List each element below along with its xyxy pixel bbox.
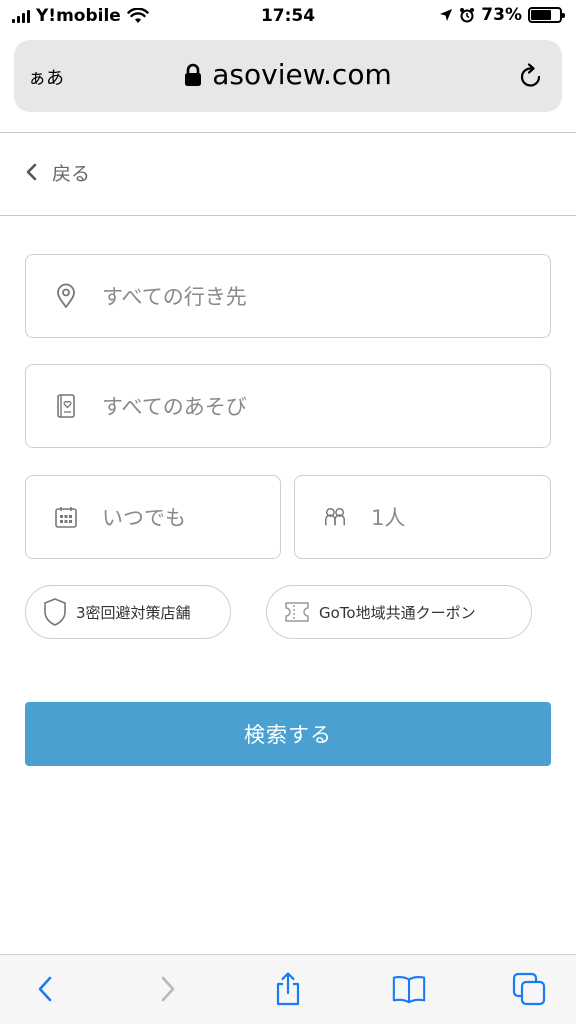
battery-percent: 73%: [481, 5, 522, 25]
destination-field[interactable]: すべての行き先: [25, 254, 551, 338]
destination-placeholder: すべての行き先: [102, 285, 247, 309]
reload-icon[interactable]: [518, 62, 544, 90]
battery-icon: [528, 7, 565, 23]
divider: [0, 132, 576, 133]
divider: [0, 215, 576, 216]
activity-placeholder: すべてのあそび: [102, 395, 247, 419]
bookmarks-icon[interactable]: [391, 971, 427, 1007]
people-value: 1人: [371, 506, 406, 530]
people-field[interactable]: 1人: [294, 475, 551, 559]
shield-icon: [44, 598, 66, 626]
forward-icon[interactable]: [150, 971, 186, 1007]
goto-coupon-filter-chip[interactable]: GoTo地域共通クーポン: [266, 585, 532, 639]
tabs-icon[interactable]: [511, 971, 547, 1007]
search-button[interactable]: 検索する: [25, 702, 551, 766]
back-icon[interactable]: [27, 971, 63, 1007]
date-placeholder: いつでも: [102, 506, 186, 530]
alarm-icon: [460, 8, 475, 23]
goto-coupon-label: GoTo地域共通クーポン: [319, 603, 476, 622]
location-pin-icon: [54, 283, 78, 308]
location-arrow-icon: [440, 9, 453, 21]
covid-safe-filter-chip[interactable]: 3密回避対策店舗: [25, 585, 231, 639]
chevron-left-icon: [26, 163, 37, 181]
share-icon[interactable]: [270, 971, 306, 1007]
covid-safe-label: 3密回避対策店舗: [76, 603, 191, 622]
book-heart-icon: [54, 394, 78, 418]
back-label: 戻る: [52, 162, 91, 185]
browser-toolbar: [0, 954, 576, 1024]
url-text[interactable]: asoview.com: [212, 58, 391, 91]
lock-icon: [185, 63, 202, 86]
ticket-icon: [285, 602, 309, 622]
back-link[interactable]: 戻る: [24, 150, 90, 194]
status-bar: Y!mobile 17:54 73%: [0, 0, 576, 34]
activity-field[interactable]: すべてのあそび: [25, 364, 551, 448]
battery-fill: [531, 10, 552, 20]
calendar-icon: [54, 505, 78, 529]
date-field[interactable]: いつでも: [25, 475, 281, 559]
people-icon: [323, 505, 347, 529]
url-bar[interactable]: ぁあ asoview.com: [14, 40, 562, 112]
